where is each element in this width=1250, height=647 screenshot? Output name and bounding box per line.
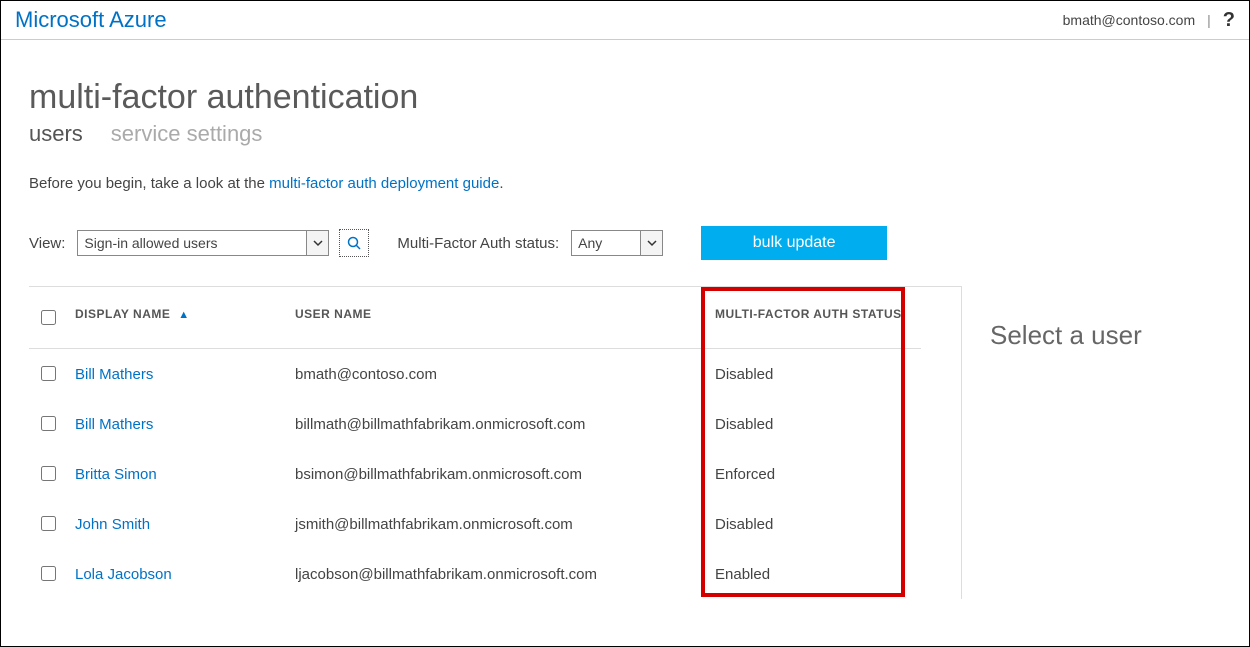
top-bar: Microsoft Azure bmath@contoso.com | ? <box>1 1 1249 40</box>
user-name-cell: bsimon@billmathfabrikam.onmicrosoft.com <box>287 449 707 499</box>
search-icon <box>346 235 362 251</box>
mfa-status-cell: Disabled <box>707 399 921 449</box>
mfa-status-select-value: Any <box>578 235 602 251</box>
tabs: users service settings <box>29 121 1221 147</box>
chevron-down-icon <box>640 231 662 255</box>
table-row[interactable]: Bill Mathers bmath@contoso.comDisabled <box>29 349 921 400</box>
sort-ascending-icon: ▲ <box>178 309 189 321</box>
user-display-name-link[interactable]: John Smith <box>75 516 150 533</box>
user-display-name-link[interactable]: Bill Mathers <box>75 416 153 433</box>
user-name-cell: ljacobson@billmathfabrikam.onmicrosoft.c… <box>287 549 707 599</box>
mfa-status-label: Multi-Factor Auth status: <box>397 235 559 252</box>
view-select-value: Sign-in allowed users <box>84 235 217 251</box>
user-name-cell: billmath@billmathfabrikam.onmicrosoft.co… <box>287 399 707 449</box>
side-panel-placeholder: Select a user <box>990 320 1142 350</box>
user-name-cell: bmath@contoso.com <box>287 349 707 400</box>
col-header-display-name[interactable]: DISPLAY NAME ▲ <box>67 287 287 349</box>
user-display-name-link[interactable]: Lola Jacobson <box>75 566 172 583</box>
bulk-update-button[interactable]: bulk update <box>701 226 887 260</box>
select-all-checkbox[interactable] <box>41 310 56 325</box>
row-checkbox[interactable] <box>41 416 56 431</box>
mfa-status-cell: Disabled <box>707 499 921 549</box>
chevron-down-icon <box>306 231 328 255</box>
users-table-wrap: DISPLAY NAME ▲ USER NAME MULTI-FACTOR AU… <box>29 286 961 599</box>
divider: | <box>1207 12 1211 28</box>
mfa-status-cell: Enabled <box>707 549 921 599</box>
mfa-status-cell: Enforced <box>707 449 921 499</box>
side-panel: Select a user <box>961 286 1221 599</box>
user-display-name-link[interactable]: Britta Simon <box>75 466 157 483</box>
col-header-mfa-status[interactable]: MULTI-FACTOR AUTH STATUS <box>707 287 921 349</box>
user-name-cell: jsmith@billmathfabrikam.onmicrosoft.com <box>287 499 707 549</box>
help-icon[interactable]: ? <box>1223 9 1235 32</box>
mfa-status-select[interactable]: Any <box>571 230 663 256</box>
view-label: View: <box>29 235 65 252</box>
col-header-user-name[interactable]: USER NAME <box>287 287 707 349</box>
intro-suffix: . <box>499 175 503 192</box>
table-row[interactable]: Lola Jacobson ljacobson@billmathfabrikam.… <box>29 549 921 599</box>
page-title: multi-factor authentication <box>29 78 1221 117</box>
main-area: DISPLAY NAME ▲ USER NAME MULTI-FACTOR AU… <box>29 286 1221 599</box>
table-row[interactable]: Britta Simon bsimon@billmathfabrikam.onmi… <box>29 449 921 499</box>
page-content: multi-factor authentication users servic… <box>1 40 1249 599</box>
table-header-row: DISPLAY NAME ▲ USER NAME MULTI-FACTOR AU… <box>29 287 921 349</box>
filters-row: View: Sign-in allowed users Multi-Factor… <box>29 226 1221 260</box>
tab-users[interactable]: users <box>29 121 83 147</box>
view-select[interactable]: Sign-in allowed users <box>77 230 329 256</box>
col-header-display-name-label: DISPLAY NAME <box>75 307 170 321</box>
deployment-guide-link[interactable]: multi-factor auth deployment guide <box>269 175 499 192</box>
row-checkbox[interactable] <box>41 366 56 381</box>
row-checkbox[interactable] <box>41 466 56 481</box>
user-display-name-link[interactable]: Bill Mathers <box>75 366 153 383</box>
tab-service-settings[interactable]: service settings <box>111 121 263 147</box>
row-checkbox[interactable] <box>41 516 56 531</box>
table-row[interactable]: John Smith jsmith@billmathfabrikam.onmicr… <box>29 499 921 549</box>
search-button[interactable] <box>339 229 369 257</box>
intro-prefix: Before you begin, take a look at the <box>29 175 269 192</box>
account-area: bmath@contoso.com | ? <box>1063 9 1235 32</box>
intro-text: Before you begin, take a look at the mul… <box>29 175 1221 192</box>
users-table: DISPLAY NAME ▲ USER NAME MULTI-FACTOR AU… <box>29 287 921 599</box>
brand-logo[interactable]: Microsoft Azure <box>15 7 167 33</box>
mfa-status-cell: Disabled <box>707 349 921 400</box>
account-email[interactable]: bmath@contoso.com <box>1063 12 1196 28</box>
table-row[interactable]: Bill Mathers billmath@billmathfabrikam.on… <box>29 399 921 449</box>
row-checkbox[interactable] <box>41 566 56 581</box>
